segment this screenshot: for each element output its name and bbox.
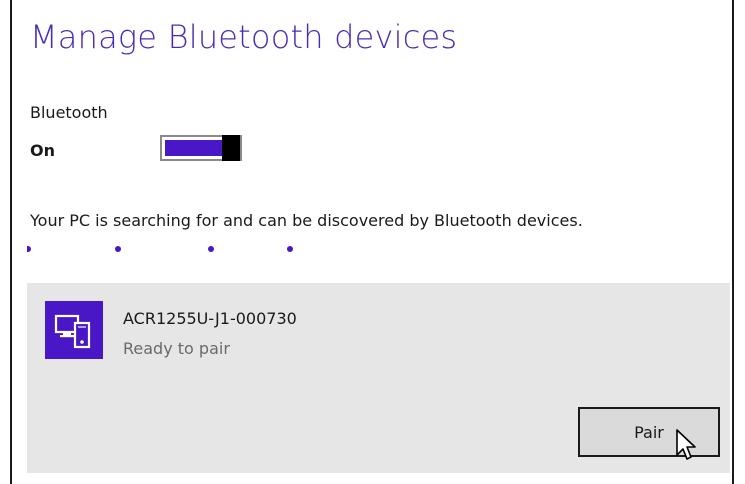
page-title: Manage Bluetooth devices (30, 18, 458, 56)
bluetooth-state-label: On (30, 141, 55, 160)
device-list-item[interactable]: ACR1255U-J1-000730 Ready to pair Pair (27, 283, 730, 473)
left-border (10, 0, 12, 484)
bluetooth-label: Bluetooth (30, 103, 108, 122)
right-border (732, 0, 734, 484)
discovery-status-text: Your PC is searching for and can be disc… (30, 211, 583, 230)
devices-icon (45, 301, 103, 359)
mouse-pointer-icon (676, 429, 696, 460)
progress-dot (287, 246, 293, 252)
bluetooth-toggle[interactable] (160, 135, 242, 161)
toggle-thumb[interactable] (222, 135, 240, 161)
progress-dot (115, 246, 121, 252)
toggle-fill (165, 140, 222, 156)
progress-dot (27, 246, 31, 252)
progress-dot (208, 246, 214, 252)
settings-pane: Manage Bluetooth devices Bluetooth On Yo… (0, 0, 745, 484)
device-name: ACR1255U-J1-000730 (123, 309, 297, 328)
device-status: Ready to pair (123, 339, 230, 358)
